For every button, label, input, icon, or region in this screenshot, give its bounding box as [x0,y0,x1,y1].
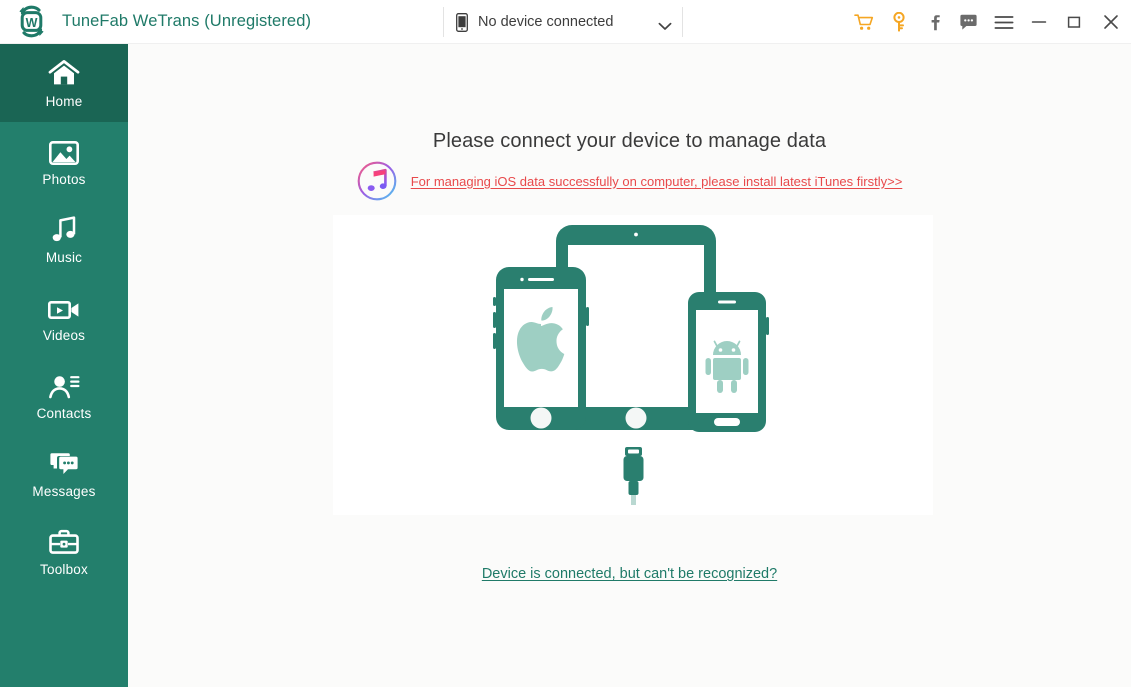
iphone [493,267,589,430]
itunes-install-link[interactable]: For managing iOS data successfully on co… [411,174,903,189]
maximize-icon[interactable] [1056,0,1091,44]
svg-text:W: W [26,16,38,30]
page-title: Please connect your device to manage dat… [128,130,1131,153]
sidebar-item-messages[interactable]: Messages [0,434,128,512]
itunes-notice: For managing iOS data successfully on co… [128,161,1131,201]
device-not-recognized-link[interactable]: Device is connected, but can't be recogn… [482,566,777,582]
feedback-icon[interactable] [951,0,986,44]
brand: W TuneFab WeTrans (Unregistered) [0,4,311,39]
device-selector-label: No device connected [478,14,613,30]
sidebar-item-contacts[interactable]: Contacts [0,356,128,434]
sidebar-item-home[interactable]: Home [0,44,128,122]
sidebar-item-photos[interactable]: Photos [0,122,128,200]
videos-icon [48,291,80,321]
chevron-down-icon[interactable] [658,18,672,27]
sidebar-item-label: Messages [32,484,95,499]
minimize-icon[interactable] [1021,0,1056,44]
window-controls [846,0,1131,44]
hamburger-menu-icon[interactable] [986,0,1021,44]
sidebar: Home Photos Music [0,44,128,687]
android-phone [688,292,769,432]
devices-illustration [483,215,783,510]
divider [682,7,683,37]
music-icon [50,213,78,243]
sidebar-item-label: Toolbox [40,562,88,577]
home-icon [48,57,80,87]
sidebar-item-label: Videos [43,328,85,343]
sidebar-item-toolbox[interactable]: Toolbox [0,512,128,590]
key-icon[interactable] [881,0,916,44]
itunes-icon [357,161,397,201]
phone-icon [456,13,468,32]
application-window: W TuneFab WeTrans (Unregistered) No devi… [0,0,1131,687]
sidebar-item-label: Photos [42,172,85,187]
sidebar-item-label: Music [46,250,82,265]
messages-icon [49,447,79,477]
sidebar-item-music[interactable]: Music [0,200,128,278]
title-bar: W TuneFab WeTrans (Unregistered) No devi… [0,0,1131,44]
facebook-icon[interactable] [916,0,951,44]
photos-icon [49,135,79,165]
main-content: Please connect your device to manage dat… [128,44,1131,687]
lightning-cable-icon [624,447,644,505]
contacts-icon [48,369,80,399]
devices-panel [333,215,933,515]
sidebar-item-label: Home [46,94,83,109]
cart-icon[interactable] [846,0,881,44]
app-title: TuneFab WeTrans (Unregistered) [62,12,311,31]
device-selector[interactable]: No device connected [443,6,683,38]
sidebar-item-label: Contacts [37,406,92,421]
toolbox-icon [49,525,79,555]
sidebar-item-videos[interactable]: Videos [0,278,128,356]
wetrans-logo-icon: W [14,4,49,39]
close-icon[interactable] [1091,0,1131,44]
device-not-recognized-link-wrap: Device is connected, but can't be recogn… [128,565,1131,583]
